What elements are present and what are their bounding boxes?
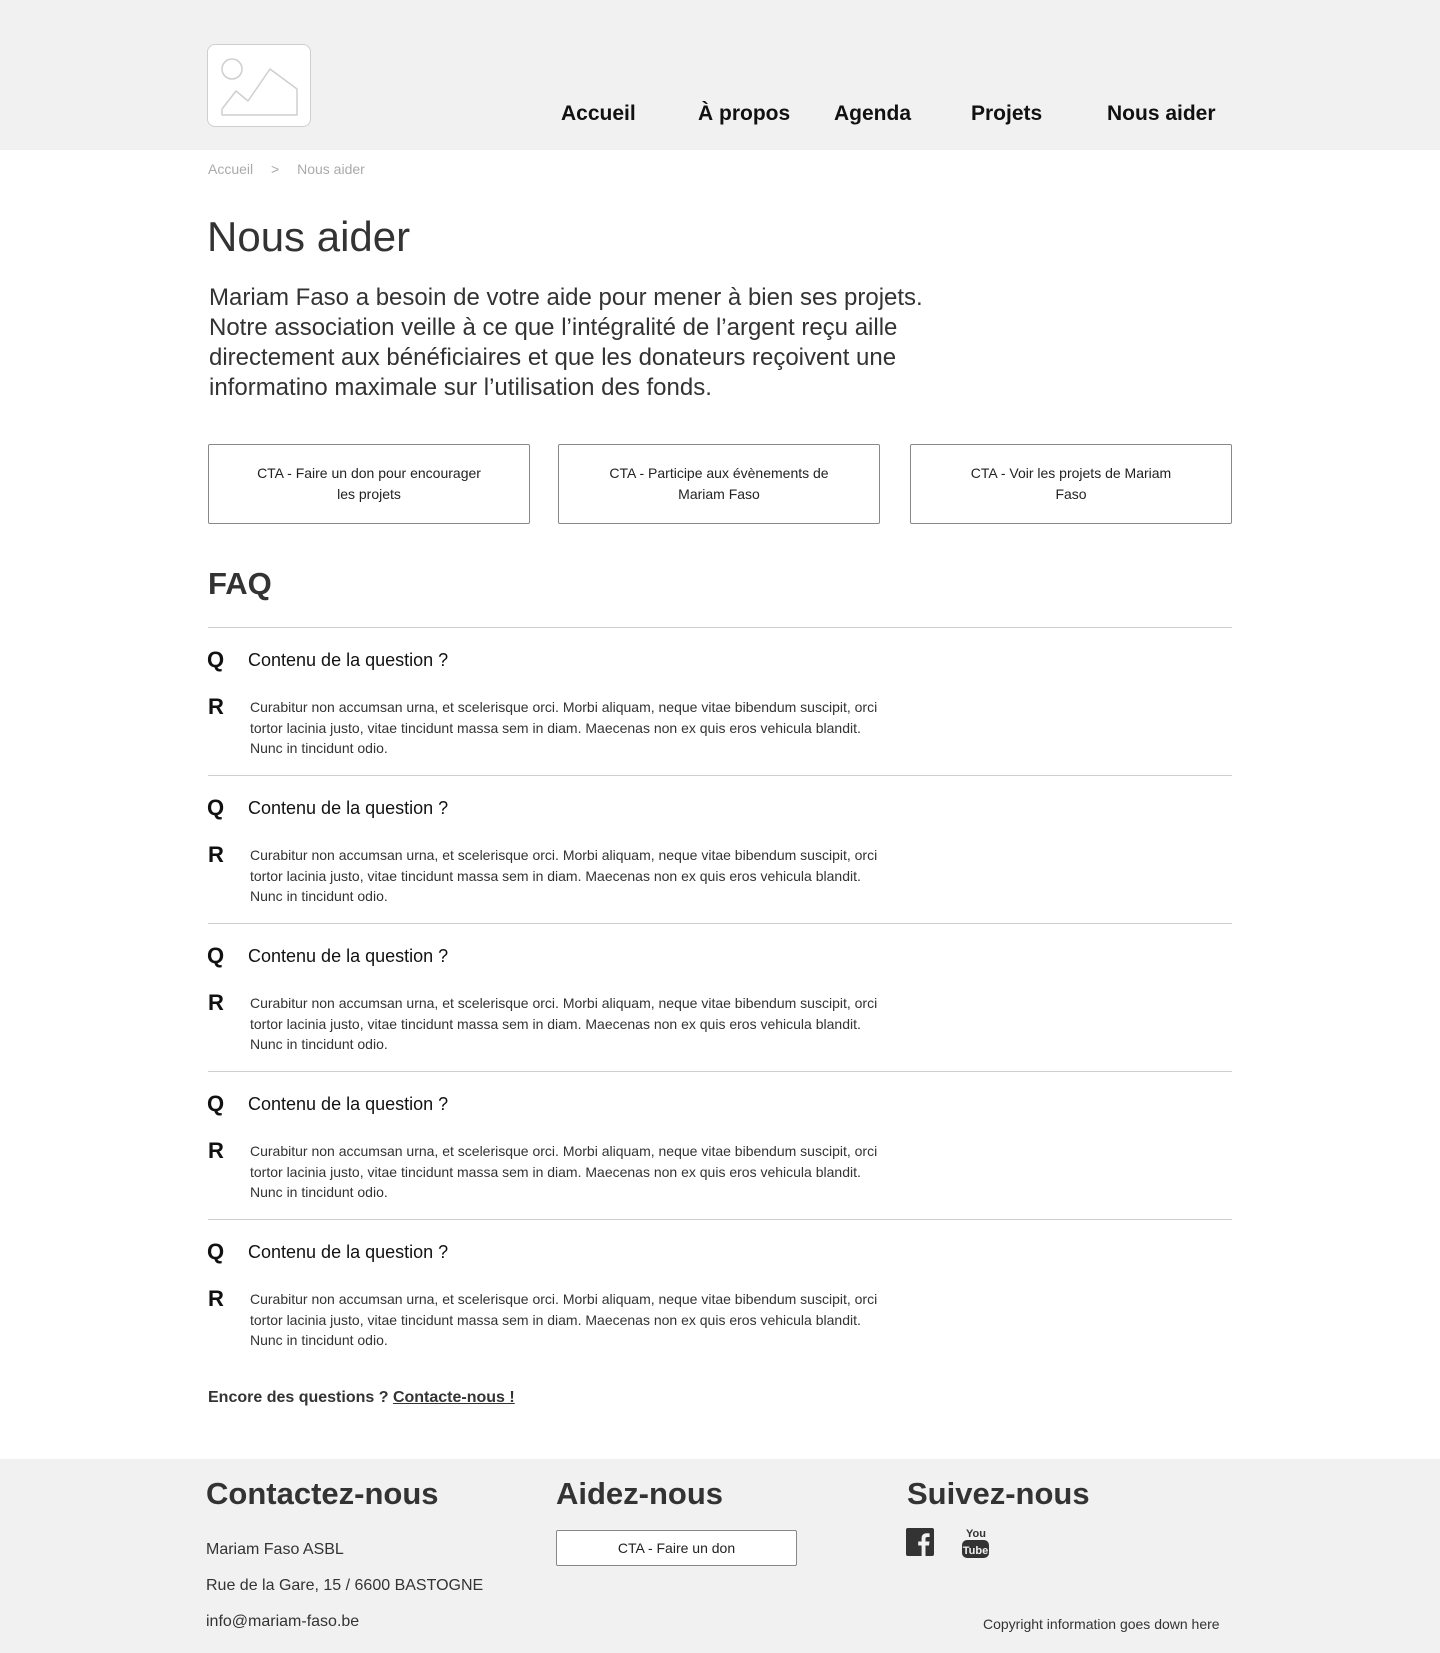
intro-text: Mariam Faso a besoin de votre aide pour …	[209, 284, 923, 401]
footer-email[interactable]: info@mariam-faso.be	[206, 1613, 359, 1631]
footer-donate-label: CTA - Faire un don	[617, 1540, 736, 1556]
cta-projects-label: CTA - Voir les projets de Mariam Faso	[970, 465, 1172, 502]
cta-donate-label: CTA - Faire un don pour encourager les p…	[257, 465, 481, 502]
faq-item: Q Contenu de la question ? R Curabitur n…	[207, 923, 1232, 1063]
faq-q-label: Q	[207, 1239, 225, 1264]
cta-projects-button[interactable]: CTA - Voir les projets de Mariam Faso	[910, 444, 1232, 524]
faq-q-label: Q	[207, 943, 225, 968]
footer-follow-heading: Suivez-nous	[907, 1476, 1090, 1511]
svg-text:You: You	[966, 1528, 986, 1540]
faq-r-label: R	[208, 990, 224, 1015]
faq-answer: Curabitur non accumsan urna, et sceleris…	[250, 995, 878, 1052]
more-questions: Encore des questions ? Contacte-nous !	[208, 1389, 515, 1407]
cta-events-label: CTA - Participe aux évènements de Mariam…	[609, 465, 829, 502]
footer-donate-button[interactable]: CTA - Faire un don	[556, 1530, 797, 1566]
faq-r-label: R	[208, 1286, 224, 1311]
breadcrumb-item-current: Nous aider	[297, 161, 365, 177]
logo-placeholder-icon[interactable]	[207, 44, 311, 127]
faq-r-label: R	[208, 842, 224, 867]
cta-events-button[interactable]: CTA - Participe aux évènements de Mariam…	[558, 444, 880, 524]
faq-answer: Curabitur non accumsan urna, et sceleris…	[250, 847, 878, 904]
faq-answer: Curabitur non accumsan urna, et sceleris…	[250, 699, 878, 756]
faq-question[interactable]: Contenu de la question ?	[248, 1242, 448, 1263]
faq-answer: Curabitur non accumsan urna, et sceleris…	[250, 1291, 878, 1348]
nav-item-agenda[interactable]: Agenda	[834, 102, 911, 126]
copyright-text: Copyright information goes down here	[983, 1616, 1220, 1632]
footer-address: Rue de la Gare, 15 / 6600 BASTOGNE	[206, 1577, 484, 1594]
breadcrumb-separator: >	[271, 161, 280, 177]
nav-item-accueil[interactable]: Accueil	[561, 102, 636, 126]
faq-q-label: Q	[207, 795, 225, 820]
faq-q-label: Q	[207, 1091, 225, 1116]
breadcrumb-item-accueil[interactable]: Accueil	[208, 161, 253, 177]
cta-donate-button[interactable]: CTA - Faire un don pour encourager les p…	[208, 444, 530, 524]
svg-text:Tube: Tube	[963, 1545, 988, 1557]
nav-item-a-propos[interactable]: À propos	[698, 102, 790, 126]
breadcrumb: Accueil > Nous aider	[208, 161, 365, 177]
page-title: Nous aider	[207, 213, 411, 260]
nav-item-projets[interactable]: Projets	[971, 102, 1042, 126]
faq-question[interactable]: Contenu de la question ?	[248, 798, 448, 819]
faq-item: Q Contenu de la question ? R Curabitur n…	[207, 1071, 1232, 1211]
footer-org-name: Mariam Faso ASBL	[206, 1541, 344, 1558]
more-questions-text: Encore des questions ?	[208, 1389, 389, 1406]
faq-answer: Curabitur non accumsan urna, et sceleris…	[250, 1143, 878, 1200]
faq-item: Q Contenu de la question ? R Curabitur n…	[207, 1219, 1232, 1359]
youtube-icon[interactable]: You Tube	[961, 1525, 993, 1559]
faq-item: Q Contenu de la question ? R Curabitur n…	[207, 627, 1232, 767]
faq-r-label: R	[208, 694, 224, 719]
faq-question[interactable]: Contenu de la question ?	[248, 946, 448, 967]
faq-q-label: Q	[207, 647, 225, 672]
site-footer: Contactez-nous Mariam Faso ASBL Rue de l…	[0, 1459, 1440, 1653]
faq-item: Q Contenu de la question ? R Curabitur n…	[207, 775, 1232, 915]
faq-heading: FAQ	[208, 566, 272, 601]
facebook-icon[interactable]	[906, 1527, 938, 1561]
footer-contact-heading: Contactez-nous	[206, 1476, 439, 1511]
site-header: Accueil À propos Agenda Projets Nous aid…	[0, 0, 1440, 150]
faq-question[interactable]: Contenu de la question ?	[248, 1094, 448, 1115]
faq-question[interactable]: Contenu de la question ?	[248, 650, 448, 671]
faq-r-label: R	[208, 1138, 224, 1163]
footer-help-heading: Aidez-nous	[556, 1476, 724, 1511]
contact-us-link[interactable]: Contacte-nous !	[393, 1389, 515, 1406]
nav-item-nous-aider[interactable]: Nous aider	[1107, 102, 1216, 126]
